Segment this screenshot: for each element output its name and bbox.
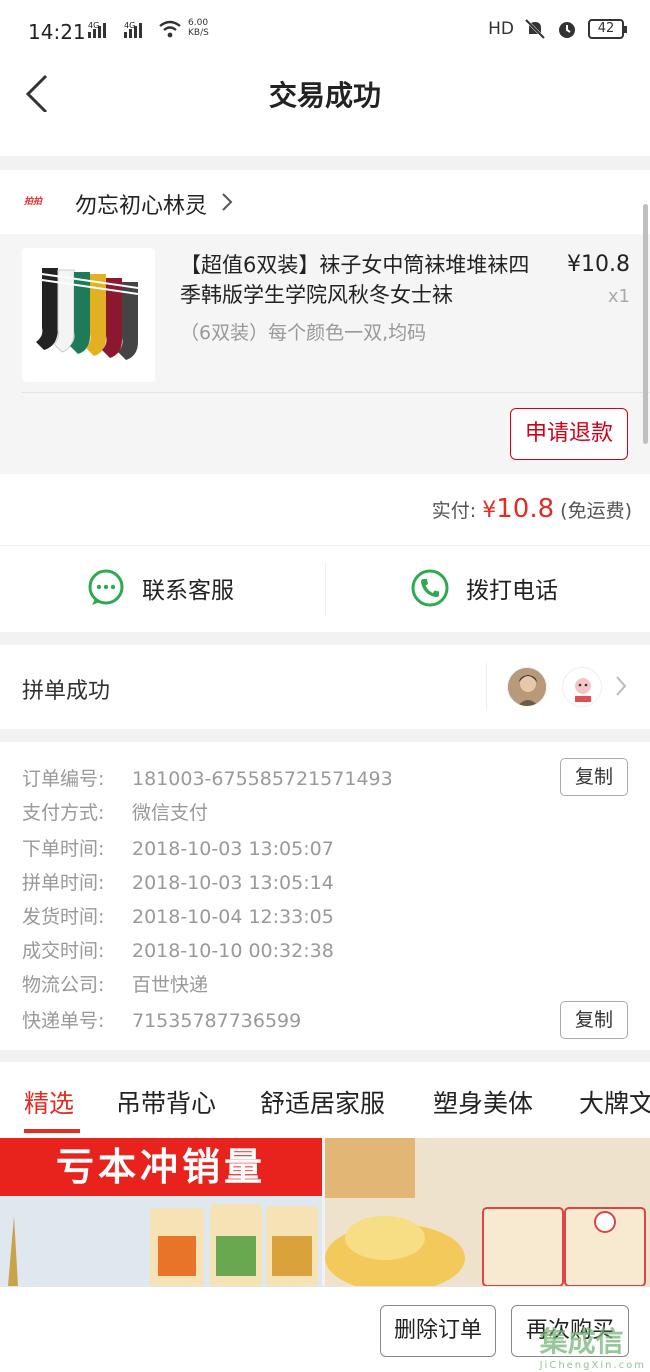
network-indicators: 4G 4G (88, 20, 182, 38)
tab-brands[interactable]: 大牌文 (579, 1084, 650, 1120)
socks-image (22, 248, 155, 382)
info-value: 2018-10-03 13:05:14 (132, 872, 334, 894)
category-tabs: 精选 吊带背心 舒适居家服 塑身美体 大牌文 (0, 1062, 650, 1138)
banner-headline: 亏本冲销量 (0, 1138, 322, 1196)
info-key: 快递单号: (22, 1010, 105, 1032)
product-card[interactable] (325, 1138, 650, 1286)
chevron-right-icon (222, 193, 233, 211)
watermark-url: JiChengXin.com (539, 1360, 646, 1371)
paid-value: 10.8 (496, 494, 555, 524)
mute-icon (524, 18, 546, 40)
product-price: ¥10.8 (567, 252, 630, 277)
cake-image (325, 1138, 650, 1286)
info-key: 拼单时间: (22, 872, 105, 894)
payment-summary: 实付: ¥10.8 (免运费) (0, 474, 650, 546)
active-tab-indicator (24, 1129, 80, 1133)
signal-icon: 4G (124, 21, 142, 38)
product-title[interactable]: 【超值6双装】袜子女中筒袜堆堆袜四季韩版学生学院风秋冬女士袜 (180, 250, 540, 310)
group-status: 拼单成功 (22, 679, 111, 704)
tab-featured[interactable]: 精选 (24, 1084, 74, 1120)
chat-icon (88, 569, 124, 605)
product-quantity: x1 (607, 286, 630, 307)
contact-service-button[interactable]: 联系客服 (86, 568, 234, 608)
scrollbar[interactable] (643, 204, 648, 444)
order-info-row: 物流公司: 百世快递 (22, 970, 208, 997)
order-info: 订单编号: 181003-675585721571493 复制 支付方式: 微信支付… (0, 742, 650, 1050)
shop-row[interactable]: 拍拍 勿忘初心林灵 (0, 170, 650, 234)
order-info-row: 订单编号: 181003-675585721571493 (22, 764, 393, 791)
product-card[interactable]: 亏本冲销量 (0, 1138, 322, 1286)
avatar (507, 667, 547, 707)
info-key: 下单时间: (22, 838, 105, 860)
info-value: 2018-10-10 00:32:38 (132, 940, 334, 962)
status-bar: 14:21 4G 4G 6.00 KB/S HD 42 (0, 0, 650, 62)
order-info-row: 拼单时间: 2018-10-03 13:05:14 (22, 868, 334, 895)
product-banners: 亏本冲销量 (0, 1138, 650, 1286)
network-type-label: 4G (88, 21, 100, 30)
status-time: 14:21 (28, 20, 86, 44)
contact-row: 联系客服 拨打电话 (0, 546, 650, 632)
watermark: 集成信 JiChengXin.com (540, 1320, 646, 1371)
order-info-row: 发货时间: 2018-10-04 12:33:05 (22, 902, 334, 929)
delete-order-button[interactable]: 删除订单 (380, 1305, 496, 1357)
info-key: 发货时间: (22, 906, 105, 928)
watermark-text: 集成信 (539, 1325, 624, 1358)
info-value: 181003-675585721571493 (132, 768, 393, 790)
paid-label: 实付: (431, 500, 477, 522)
phone-icon (411, 569, 449, 607)
network-type-label: 4G (124, 21, 136, 30)
info-value: 2018-10-03 13:05:07 (132, 838, 334, 860)
speed-unit: KB/S (188, 28, 209, 38)
refund-button[interactable]: 申请退款 (510, 408, 628, 460)
tab-camisoles[interactable]: 吊带背心 (116, 1084, 216, 1120)
divider (486, 663, 487, 711)
call-phone-button[interactable]: 拨打电话 (410, 568, 558, 608)
info-key: 支付方式: (22, 802, 105, 824)
info-key: 物流公司: (22, 974, 105, 996)
chevron-right-icon (616, 676, 627, 696)
product-item[interactable]: 【超值6双装】袜子女中筒袜堆堆袜四季韩版学生学院风秋冬女士袜 （6双装）每个颜色… (0, 234, 650, 474)
order-info-row: 成交时间: 2018-10-10 00:32:38 (22, 936, 334, 963)
wifi-icon (159, 20, 181, 38)
battery-indicator: 42 (588, 19, 627, 39)
info-value: 百世快递 (132, 974, 209, 996)
info-key: 订单编号: (22, 768, 105, 790)
paid-amount: 实付: ¥10.8 (免运费) (432, 494, 632, 524)
avatar (562, 667, 602, 707)
shop-logo: 拍拍 (24, 197, 43, 207)
network-speed: 6.00 KB/S (188, 18, 209, 38)
shipping-note: (免运费) (560, 500, 632, 522)
product-thumbnail[interactable] (22, 248, 155, 382)
info-key: 成交时间: (22, 940, 105, 962)
order-info-row: 支付方式: 微信支付 (22, 798, 208, 825)
copy-tracking-number-button[interactable]: 复制 (560, 1001, 628, 1039)
divider (325, 562, 326, 616)
nav-bar: 交易成功 (0, 62, 650, 156)
signal-icon: 4G (88, 21, 106, 38)
info-value: 微信支付 (132, 802, 209, 824)
hd-label: HD (488, 19, 514, 39)
product-sku: （6双装）每个颜色一双,均码 (180, 322, 427, 344)
info-value: 71535787736599 (132, 1010, 302, 1032)
shop-name: 勿忘初心林灵 (75, 194, 208, 219)
group-buy-row[interactable]: 拼单成功 (0, 645, 650, 729)
tab-loungewear[interactable]: 舒适居家服 (260, 1084, 385, 1120)
call-phone-label: 拨打电话 (466, 578, 558, 604)
divider (22, 392, 650, 393)
paid-currency: ¥ (482, 498, 497, 523)
speed-value: 6.00 (188, 18, 209, 28)
snack-image (0, 1196, 322, 1286)
copy-order-number-button[interactable]: 复制 (560, 758, 628, 796)
status-right: HD 42 (488, 18, 627, 40)
order-info-row: 快递单号: 71535787736599 (22, 1006, 301, 1033)
info-value: 2018-10-04 12:33:05 (132, 906, 334, 928)
tab-shapewear[interactable]: 塑身美体 (433, 1084, 533, 1120)
contact-service-label: 联系客服 (142, 578, 234, 604)
alarm-icon (559, 22, 575, 38)
order-info-row: 下单时间: 2018-10-03 13:05:07 (22, 834, 334, 861)
page-title: 交易成功 (268, 79, 381, 112)
